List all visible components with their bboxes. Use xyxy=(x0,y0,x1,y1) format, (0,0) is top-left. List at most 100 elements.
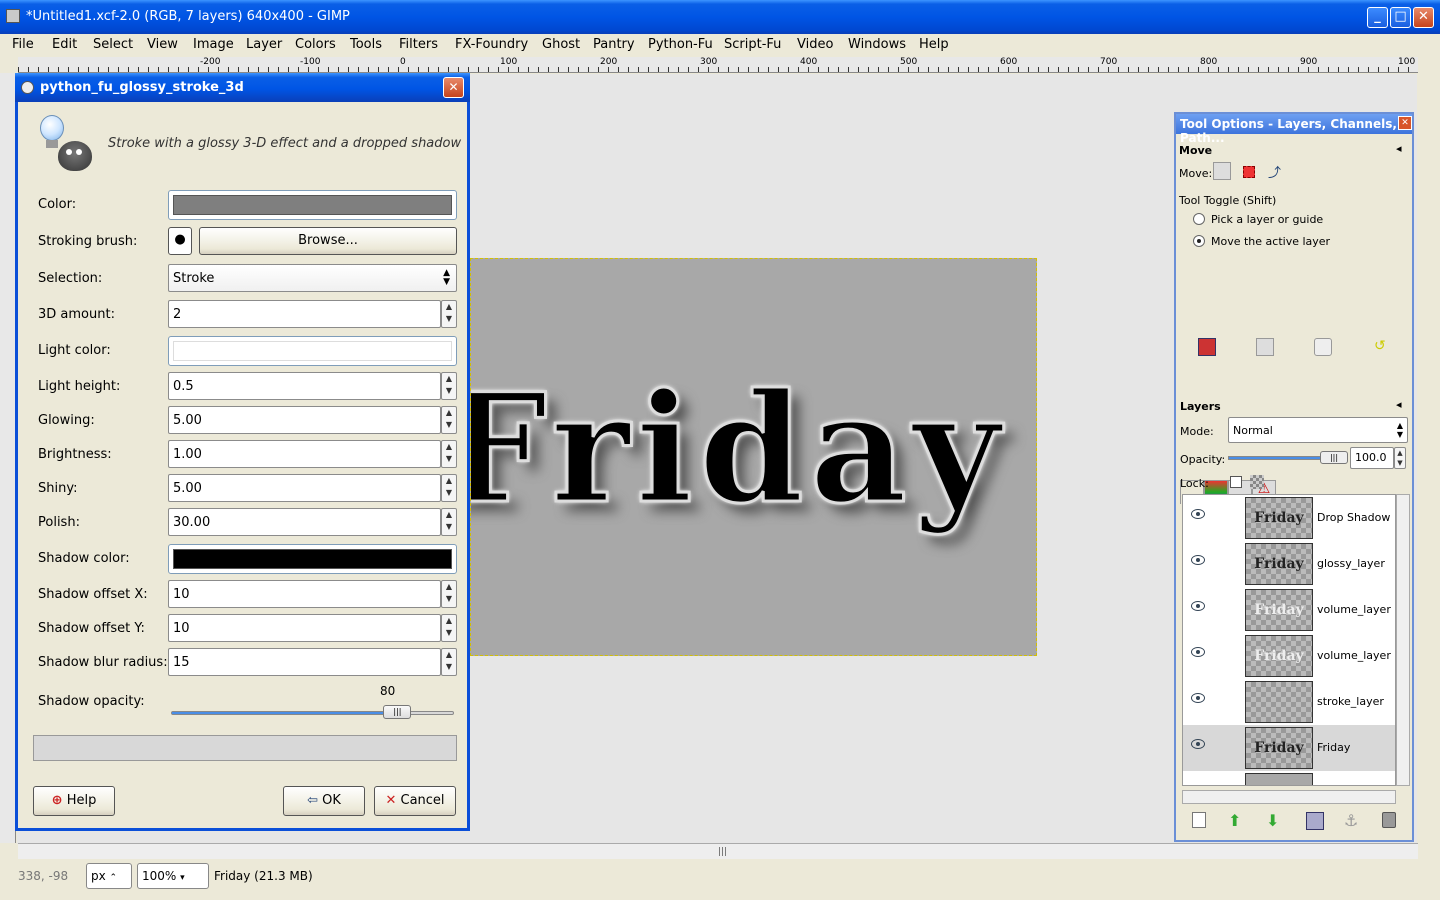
eye-icon[interactable] xyxy=(1191,509,1205,519)
layer-opacity-input[interactable]: 100.0 xyxy=(1350,447,1394,469)
brightness-spinner[interactable]: ▲ ▼ xyxy=(441,440,457,468)
layer-row[interactable]: stroke_layer xyxy=(1183,679,1395,725)
duplicate-layer-icon[interactable] xyxy=(1306,812,1324,830)
eye-icon[interactable] xyxy=(1191,739,1205,749)
brightness-input[interactable]: 1.00 xyxy=(168,440,441,468)
vertical-ruler[interactable] xyxy=(0,73,16,843)
blur-spinner[interactable]: ▲ ▼ xyxy=(441,648,457,676)
light-height-spinner[interactable]: ▲ ▼ xyxy=(441,372,457,400)
dialog-close-button[interactable]: ✕ xyxy=(443,77,464,98)
menu-filters[interactable]: Filters xyxy=(399,37,438,52)
anchor-layer-icon[interactable]: ⚓ xyxy=(1344,811,1362,830)
offset-x-spinner[interactable]: ▲ ▼ xyxy=(441,580,457,608)
menu-video[interactable]: Video xyxy=(797,37,833,52)
amount-input[interactable]: 2 xyxy=(168,300,441,328)
menu-ghost[interactable]: Ghost xyxy=(542,37,580,52)
move-path-icon[interactable]: ⤴ xyxy=(1268,162,1286,181)
save-options-icon[interactable] xyxy=(1198,338,1216,356)
eye-icon[interactable] xyxy=(1191,601,1205,611)
opacity-slider-thumb[interactable]: ||| xyxy=(383,705,412,719)
layers-horizontal-scrollbar[interactable] xyxy=(1182,790,1396,804)
layer-row[interactable]: Friday volume_layer c xyxy=(1183,587,1395,633)
menu-edit[interactable]: Edit xyxy=(52,37,77,52)
menu-colors[interactable]: Colors xyxy=(295,37,336,52)
layer-opacity-thumb[interactable]: ||| xyxy=(1320,451,1348,464)
brush-preview[interactable]: ● xyxy=(168,227,192,255)
menu-image[interactable]: Image xyxy=(193,37,234,52)
pointer-coordinates: 338, -98 xyxy=(18,869,69,883)
eye-icon[interactable] xyxy=(1191,555,1205,565)
polish-spinner[interactable]: ▲ ▼ xyxy=(441,508,457,536)
light-color-button[interactable] xyxy=(168,336,457,366)
menu-script-fu[interactable]: Script-Fu xyxy=(724,37,781,52)
menu-layer[interactable]: Layer xyxy=(246,37,282,52)
lower-layer-icon[interactable]: ⬇ xyxy=(1266,811,1284,830)
layer-row[interactable]: Friday glossy_layer xyxy=(1183,541,1395,587)
offset-y-spinner[interactable]: ▲ ▼ xyxy=(441,614,457,642)
shadow-color-button[interactable] xyxy=(168,544,457,574)
cancel-button[interactable]: ✕ Cancel xyxy=(374,786,456,816)
menu-view[interactable]: View xyxy=(147,37,178,52)
light-height-input[interactable]: 0.5 xyxy=(168,372,441,400)
layer-opacity-spinner[interactable]: ▲ ▼ xyxy=(1394,447,1406,469)
unit-select[interactable]: px ⌃ xyxy=(86,863,132,889)
delete-options-icon[interactable] xyxy=(1314,338,1332,356)
ok-button[interactable]: ⇦ OK xyxy=(283,786,365,816)
delete-layer-icon[interactable] xyxy=(1382,812,1396,828)
restore-options-icon[interactable] xyxy=(1256,338,1274,356)
layer-row[interactable]: Friday Drop Shadow xyxy=(1183,495,1395,541)
color-button[interactable] xyxy=(168,190,457,220)
dock-close-button[interactable]: ✕ xyxy=(1398,116,1412,130)
configure-tab-icon[interactable]: ◂ xyxy=(1396,142,1402,155)
tool-toggle-label: Tool Toggle (Shift) xyxy=(1179,194,1277,207)
menu-help[interactable]: Help xyxy=(919,37,949,52)
move-layer-icon[interactable] xyxy=(1213,162,1231,180)
opacity-slider-track[interactable] xyxy=(171,711,454,715)
offset-y-input[interactable]: 10 xyxy=(168,614,441,642)
reset-options-icon[interactable]: ↺ xyxy=(1374,338,1392,356)
close-button[interactable]: ✕ xyxy=(1413,7,1434,28)
radio-move-active[interactable] xyxy=(1193,235,1205,247)
lock-alpha-icon[interactable] xyxy=(1250,475,1264,489)
menu-pantry[interactable]: Pantry xyxy=(593,37,635,52)
image-canvas[interactable]: Friday xyxy=(470,258,1037,656)
move-selection-icon[interactable] xyxy=(1243,166,1255,178)
blur-input[interactable]: 15 xyxy=(168,648,441,676)
minimize-button[interactable]: _ xyxy=(1367,7,1388,28)
shiny-spinner[interactable]: ▲ ▼ xyxy=(441,474,457,502)
glowing-input[interactable]: 5.00 xyxy=(168,406,441,434)
layer-row[interactable]: Friday volume_layer xyxy=(1183,633,1395,679)
zoom-select[interactable]: 100% ▾ xyxy=(137,863,209,889)
eye-icon[interactable] xyxy=(1191,647,1205,657)
menu-fx-foundry[interactable]: FX-Foundry xyxy=(455,37,528,52)
gimp-app-icon[interactable] xyxy=(6,9,20,23)
offset-x-input[interactable]: 10 xyxy=(168,580,441,608)
glowing-spinner[interactable]: ▲ ▼ xyxy=(441,406,457,434)
mode-select[interactable]: Normal ▲ ▼ xyxy=(1228,417,1408,443)
menu-select[interactable]: Select xyxy=(93,37,133,52)
layer-row-selected[interactable]: Friday Friday xyxy=(1183,725,1395,771)
lock-pixels-checkbox[interactable] xyxy=(1230,476,1242,488)
raise-layer-icon[interactable]: ⬆ xyxy=(1228,811,1246,830)
shiny-input[interactable]: 5.00 xyxy=(168,474,441,502)
help-button[interactable]: ⊕ Help xyxy=(33,786,115,816)
new-layer-icon[interactable] xyxy=(1192,812,1206,828)
menu-python-fu[interactable]: Python-Fu xyxy=(648,37,713,52)
canvas-horizontal-scrollbar[interactable]: ||| xyxy=(18,843,1418,859)
layer-row[interactable] xyxy=(1183,771,1395,785)
radio-pick-layer[interactable] xyxy=(1193,213,1205,225)
eye-icon[interactable] xyxy=(1191,693,1205,703)
layer-name: glossy_layer xyxy=(1317,557,1385,570)
browse-button[interactable]: Browse... xyxy=(199,227,457,255)
maximize-button[interactable]: □ xyxy=(1390,7,1411,28)
amount-spinner[interactable]: ▲ ▼ xyxy=(441,300,457,328)
selection-value: Stroke xyxy=(173,271,215,286)
menu-windows[interactable]: Windows xyxy=(848,37,906,52)
menu-file[interactable]: File xyxy=(12,37,34,52)
menu-tools[interactable]: Tools xyxy=(350,37,382,52)
horizontal-ruler[interactable]: -200 -100 0 100 200 300 400 500 600 700 … xyxy=(18,57,1418,73)
polish-input[interactable]: 30.00 xyxy=(168,508,441,536)
layers-configure-icon[interactable]: ◂ xyxy=(1396,398,1402,411)
layers-vertical-scrollbar[interactable] xyxy=(1396,494,1410,786)
selection-select[interactable]: Stroke ▲ ▼ xyxy=(168,264,457,292)
